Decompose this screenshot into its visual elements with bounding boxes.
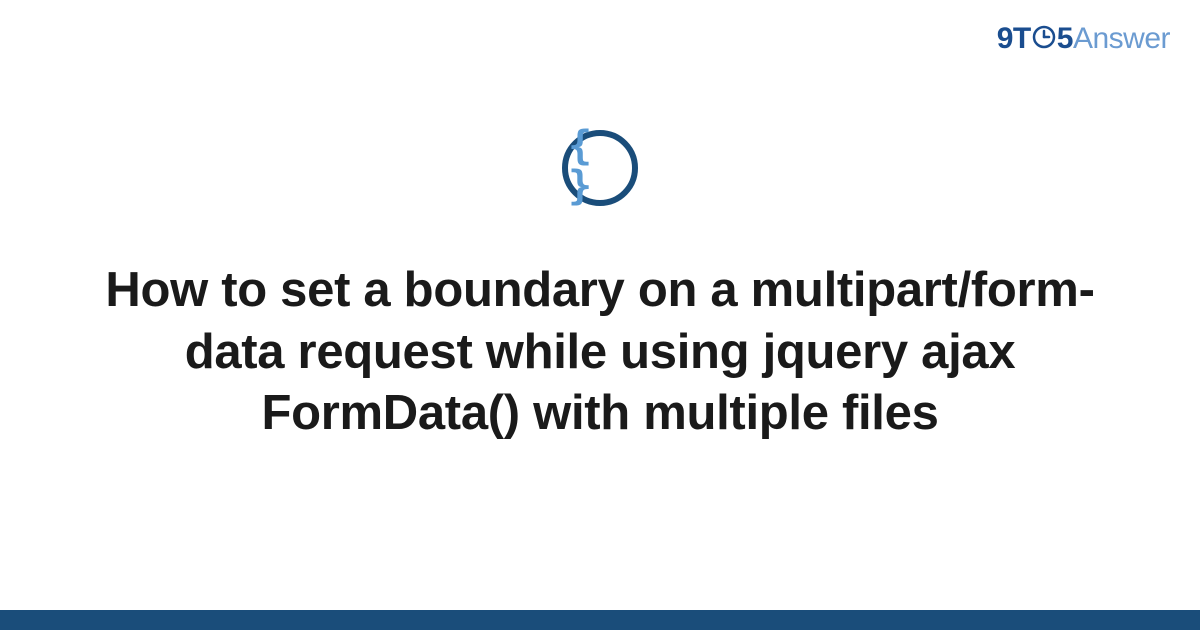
clock-icon [1032, 25, 1056, 49]
footer-accent-bar [0, 610, 1200, 630]
brand-header: 9T 5Answer [997, 22, 1170, 56]
topic-icon-circle: { } [562, 130, 638, 206]
code-braces-icon: { } [568, 126, 632, 206]
brand-logo[interactable]: 9T 5Answer [997, 22, 1170, 56]
brand-text-answer: Answer [1073, 22, 1170, 55]
page-title: How to set a boundary on a multipart/for… [75, 260, 1125, 445]
brand-text-5: 5 [1057, 22, 1073, 55]
brand-text-9t: 9T [997, 22, 1031, 55]
